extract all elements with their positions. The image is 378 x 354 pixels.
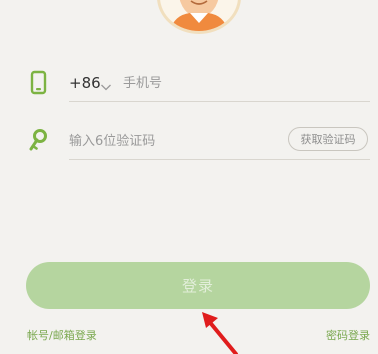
key-icon xyxy=(28,128,50,154)
country-code-selector[interactable]: +86 xyxy=(69,74,101,92)
account-email-login-link[interactable]: 帐号/邮箱登录 xyxy=(27,327,97,343)
login-button[interactable]: 登录 xyxy=(26,262,370,309)
phone-number-input[interactable] xyxy=(123,72,363,94)
phone-row: +86 xyxy=(0,68,378,104)
phone-icon xyxy=(28,70,50,96)
phone-divider xyxy=(69,101,370,102)
arrow-annotation-icon xyxy=(196,308,246,354)
chevron-down-icon[interactable] xyxy=(100,77,112,91)
get-code-button[interactable]: 获取验证码 xyxy=(288,127,368,151)
code-divider xyxy=(69,159,370,160)
verification-row: 获取验证码 xyxy=(0,126,378,162)
verification-code-input[interactable] xyxy=(69,130,269,152)
password-login-link[interactable]: 密码登录 xyxy=(326,327,370,343)
avatar xyxy=(157,0,241,34)
login-screen: +86 获取验证码 登录 帐号/邮箱登录 密码登录 xyxy=(0,0,378,354)
